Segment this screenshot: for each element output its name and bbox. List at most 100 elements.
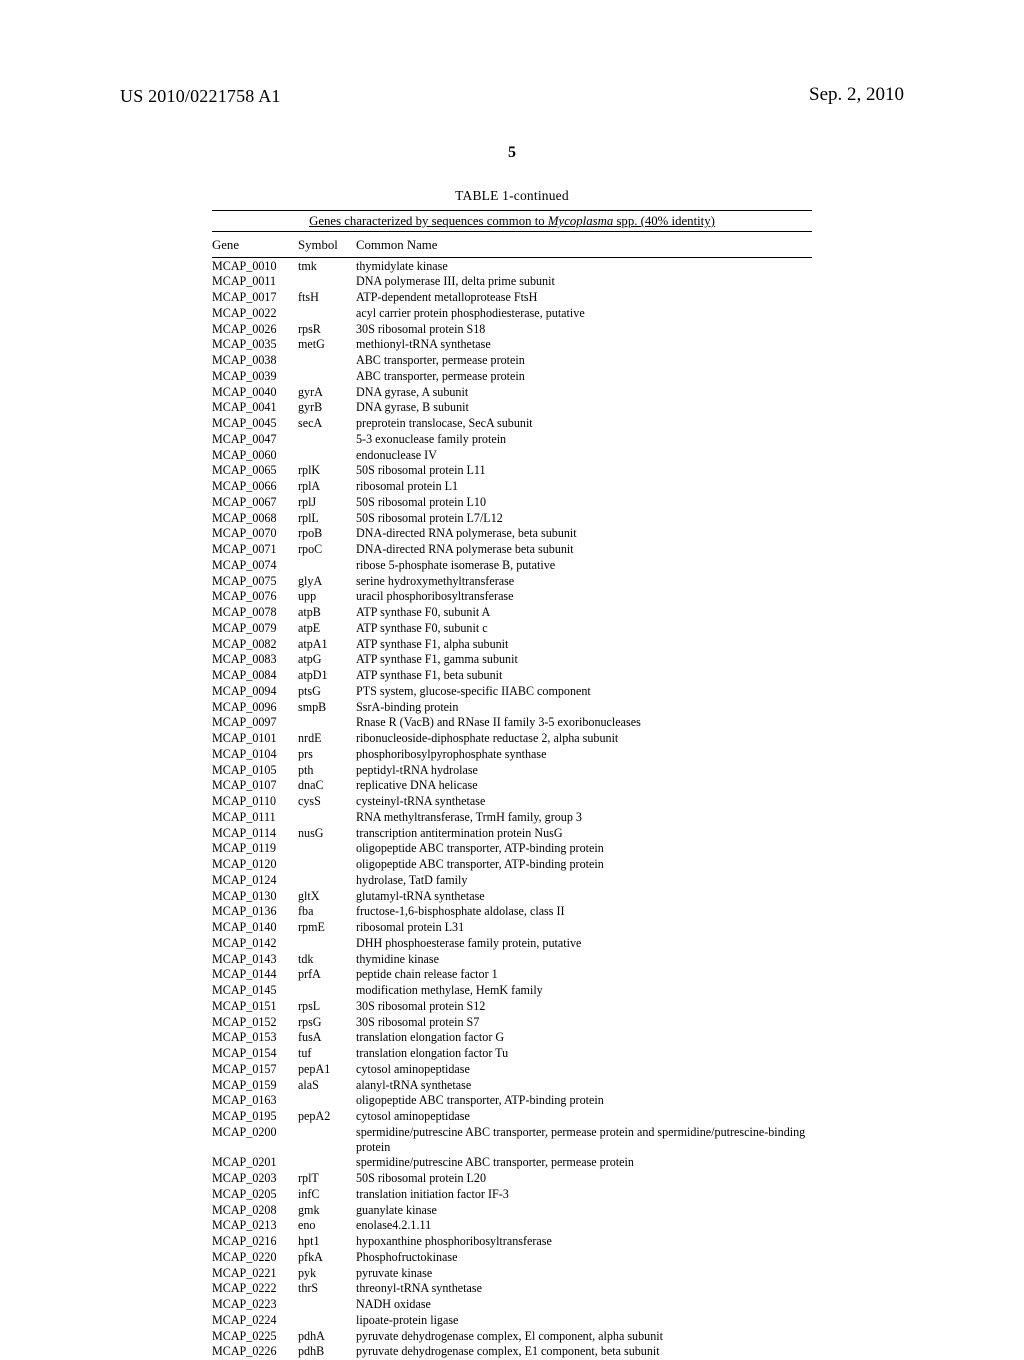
cell-symbol: alaS: [298, 1077, 356, 1093]
table-row: MCAP_0143tdkthymidine kinase: [212, 951, 812, 967]
cell-common-name: alanyl-tRNA synthetase: [356, 1077, 812, 1093]
cell-symbol: tmk: [298, 258, 356, 274]
cell-common-name: NADH oxidase: [356, 1297, 812, 1313]
cell-symbol: ftsH: [298, 290, 356, 306]
cell-common-name: translation elongation factor Tu: [356, 1046, 812, 1062]
cell-common-name: DHH phosphoesterase family protein, puta…: [356, 935, 812, 951]
table-row: MCAP_0039ABC transporter, permease prote…: [212, 368, 812, 384]
publication-number: US 2010/0221758 A1: [120, 86, 281, 107]
cell-common-name: pyruvate dehydrogenase complex, E1 compo…: [356, 1344, 812, 1360]
cell-symbol: nusG: [298, 825, 356, 841]
cell-symbol: eno: [298, 1218, 356, 1234]
cell-common-name: ribosomal protein L31: [356, 920, 812, 936]
table-subtitle-pre: Genes characterized by sequences common …: [309, 214, 548, 228]
cell-gene: MCAP_0120: [212, 857, 298, 873]
cell-gene: MCAP_0083: [212, 652, 298, 668]
cell-symbol: tuf: [298, 1046, 356, 1062]
cell-symbol: atpD1: [298, 668, 356, 684]
cell-symbol: glyA: [298, 573, 356, 589]
cell-common-name: cytosol aminopeptidase: [356, 1061, 812, 1077]
table-1: TABLE 1-continued Genes characterized by…: [212, 188, 812, 1360]
cell-symbol: prfA: [298, 967, 356, 983]
cell-gene: MCAP_0157: [212, 1061, 298, 1077]
cell-gene: MCAP_0076: [212, 589, 298, 605]
cell-symbol: smpB: [298, 699, 356, 715]
table-row: MCAP_0067rplJ50S ribosomal protein L10: [212, 494, 812, 510]
cell-symbol: gyrB: [298, 400, 356, 416]
cell-symbol: rpsL: [298, 998, 356, 1014]
table-subtitle: Genes characterized by sequences common …: [212, 214, 812, 229]
table-row: MCAP_0163 oligopeptide ABC transporter, A…: [212, 1093, 812, 1109]
table-row: MCAP_0226pdhBpyruvate dehydrogenase comp…: [212, 1344, 812, 1360]
cell-common-name: 30S ribosomal protein S7: [356, 1014, 812, 1030]
table-row: MCAP_0066rplAribosomal protein L1: [212, 479, 812, 495]
cell-common-name: ABC transporter, permease protein: [356, 353, 812, 369]
table-row: MCAP_0074ribose 5-phosphate isomerase B,…: [212, 557, 812, 573]
cell-symbol: [298, 305, 356, 321]
cell-gene: MCAP_0026: [212, 321, 298, 337]
table-row: MCAP_0136fbafructose-1,6-bisphosphate al…: [212, 904, 812, 920]
publication-date: Sep. 2, 2010: [809, 84, 904, 106]
cell-gene: MCAP_0163: [212, 1093, 298, 1109]
cell-symbol: [298, 1155, 356, 1171]
cell-common-name: enolase4.2.1.11: [356, 1218, 812, 1234]
cell-gene: MCAP_0038: [212, 353, 298, 369]
cell-symbol: dnaC: [298, 778, 356, 794]
table-row: MCAP_0022acyl carrier protein phosphodie…: [212, 305, 812, 321]
cell-gene: MCAP_0145: [212, 983, 298, 999]
cell-common-name: ribose 5-phosphate isomerase B, putative: [356, 557, 812, 573]
table-row: MCAP_0221pykpyruvate kinase: [212, 1265, 812, 1281]
cell-symbol: rplJ: [298, 494, 356, 510]
cell-symbol: [298, 1124, 356, 1155]
cell-common-name: ATP synthase F1, beta subunit: [356, 668, 812, 684]
cell-gene: MCAP_0104: [212, 746, 298, 762]
cell-symbol: metG: [298, 337, 356, 353]
cell-common-name: DNA polymerase III, delta prime subunit: [356, 274, 812, 290]
cell-symbol: upp: [298, 589, 356, 605]
cell-gene: MCAP_0114: [212, 825, 298, 841]
cell-symbol: [298, 274, 356, 290]
cell-gene: MCAP_0110: [212, 794, 298, 810]
cell-symbol: rpsR: [298, 321, 356, 337]
cell-symbol: pepA2: [298, 1109, 356, 1125]
table-row: MCAP_0145modification methylase, HemK fa…: [212, 983, 812, 999]
cell-common-name: SsrA-binding protein: [356, 699, 812, 715]
cell-gene: MCAP_0060: [212, 447, 298, 463]
table-row: MCAP_0153fusAtranslation elongation fact…: [212, 1030, 812, 1046]
cell-common-name: hydrolase, TatD family: [356, 872, 812, 888]
cell-gene: MCAP_0201: [212, 1155, 298, 1171]
cell-common-name: oligopeptide ABC transporter, ATP-bindin…: [356, 1093, 812, 1109]
cell-common-name: endonuclease IV: [356, 447, 812, 463]
cell-common-name: ATP-dependent metalloprotease FtsH: [356, 290, 812, 306]
cell-symbol: thrS: [298, 1281, 356, 1297]
cell-common-name: replicative DNA helicase: [356, 778, 812, 794]
table-row: MCAP_0104prsphosphoribosylpyrophosphate …: [212, 746, 812, 762]
table-row: MCAP_0096smpBSsrA-binding protein: [212, 699, 812, 715]
table-subtitle-italic: Mycoplasma: [548, 214, 613, 228]
cell-common-name: peptide chain release factor 1: [356, 967, 812, 983]
cell-common-name: 50S ribosomal protein L7/L12: [356, 510, 812, 526]
cell-common-name: pyruvate kinase: [356, 1265, 812, 1281]
cell-gene: MCAP_0065: [212, 463, 298, 479]
cell-symbol: rpmE: [298, 920, 356, 936]
page: US 2010/0221758 A1 Sep. 2, 2010 5 TABLE …: [0, 0, 1024, 1320]
cell-symbol: rplA: [298, 479, 356, 495]
cell-symbol: hpt1: [298, 1234, 356, 1250]
table-row: MCAP_0040gyrADNA gyrase, A subunit: [212, 384, 812, 400]
page-header: US 2010/0221758 A1 Sep. 2, 2010: [110, 62, 914, 110]
cell-gene: MCAP_0105: [212, 762, 298, 778]
table-row: MCAP_0038 ABC transporter, permease prote…: [212, 353, 812, 369]
cell-common-name: uracil phosphoribosyltransferase: [356, 589, 812, 605]
cell-common-name: 50S ribosomal protein L11: [356, 463, 812, 479]
cell-common-name: thymidylate kinase: [356, 258, 812, 274]
cell-common-name: cytosol aminopeptidase: [356, 1109, 812, 1125]
cell-gene: MCAP_0040: [212, 384, 298, 400]
table-row: MCAP_0195pepA2cytosol aminopeptidase: [212, 1109, 812, 1125]
table-row: MCAP_0075glyAserine hydroxymethyltransfe…: [212, 573, 812, 589]
cell-common-name: Phosphofructokinase: [356, 1249, 812, 1265]
cell-gene: MCAP_0084: [212, 668, 298, 684]
cell-gene: MCAP_0195: [212, 1109, 298, 1125]
cell-symbol: secA: [298, 416, 356, 432]
cell-gene: MCAP_0079: [212, 620, 298, 636]
cell-gene: MCAP_0011: [212, 274, 298, 290]
